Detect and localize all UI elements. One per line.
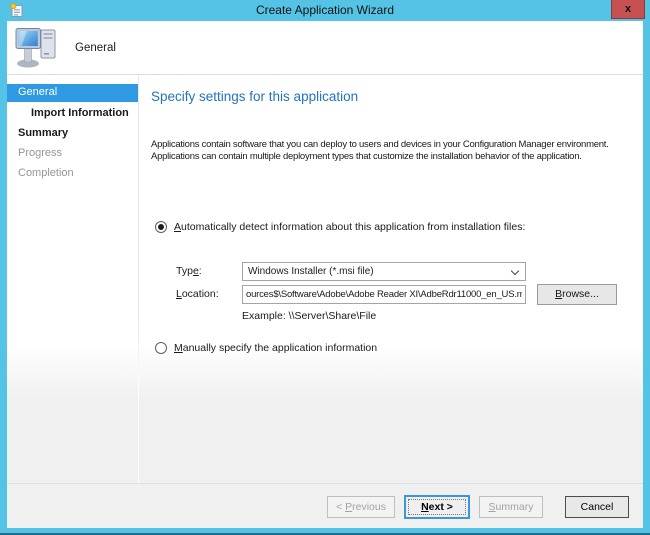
browse-button[interactable]: Browse... [537, 284, 617, 305]
auto-detect-radio-label[interactable]: Automatically detect information about t… [174, 221, 525, 233]
previous-button: < Previous [327, 496, 395, 518]
auto-detect-radio-row[interactable]: Automatically detect information about t… [155, 221, 525, 233]
sidebar-item-progress: Progress [18, 147, 63, 159]
chevron-down-icon [510, 266, 520, 276]
wizard-header-banner: General [7, 21, 643, 75]
type-dropdown[interactable]: Windows Installer (*.msi file) [242, 262, 526, 281]
summary-button: Summary [479, 496, 543, 518]
next-button[interactable]: Next > [405, 496, 469, 518]
header-page-title: General [75, 41, 116, 54]
sidebar-item-general[interactable]: General [7, 84, 138, 102]
sidebar-item-import-information[interactable]: Import Information [7, 104, 138, 124]
wizard-body: General Import Information Summary Progr… [7, 75, 643, 483]
wizard-content-pane: Specify settings for this application Ap… [139, 75, 643, 483]
location-input[interactable] [242, 285, 526, 304]
wizard-footer: < Previous Next > Summary Cancel [7, 483, 643, 528]
location-example-text: Example: \\Server\Share\File [242, 310, 377, 322]
manual-specify-radio-label[interactable]: Manually specify the application informa… [174, 342, 377, 354]
wizard-frame: General General Import Information Summa… [7, 21, 643, 528]
title-bar[interactable]: Create Application Wizard x [0, 0, 650, 21]
auto-detect-radio-button[interactable] [155, 221, 167, 233]
sidebar-item-summary[interactable]: Summary [7, 124, 138, 144]
location-label: Location: [176, 288, 219, 300]
cancel-button[interactable]: Cancel [565, 496, 629, 518]
close-button[interactable]: x [611, 0, 645, 19]
computer-icon [15, 25, 61, 72]
manual-specify-radio-row[interactable]: Manually specify the application informa… [155, 342, 377, 354]
page-description: Applications contain software that you c… [151, 139, 609, 162]
page-heading: Specify settings for this application [151, 89, 359, 104]
manual-specify-radio-button[interactable] [155, 342, 167, 354]
create-application-wizard-window: Create Application Wizard x General Gene… [0, 0, 650, 535]
sidebar-item-completion: Completion [18, 167, 74, 179]
type-label: Type: [176, 265, 202, 277]
wizard-nav-sidebar: General Import Information Summary Progr… [7, 75, 138, 483]
window-title: Create Application Wizard [255, 3, 395, 17]
type-dropdown-value: Windows Installer (*.msi file) [248, 266, 374, 277]
